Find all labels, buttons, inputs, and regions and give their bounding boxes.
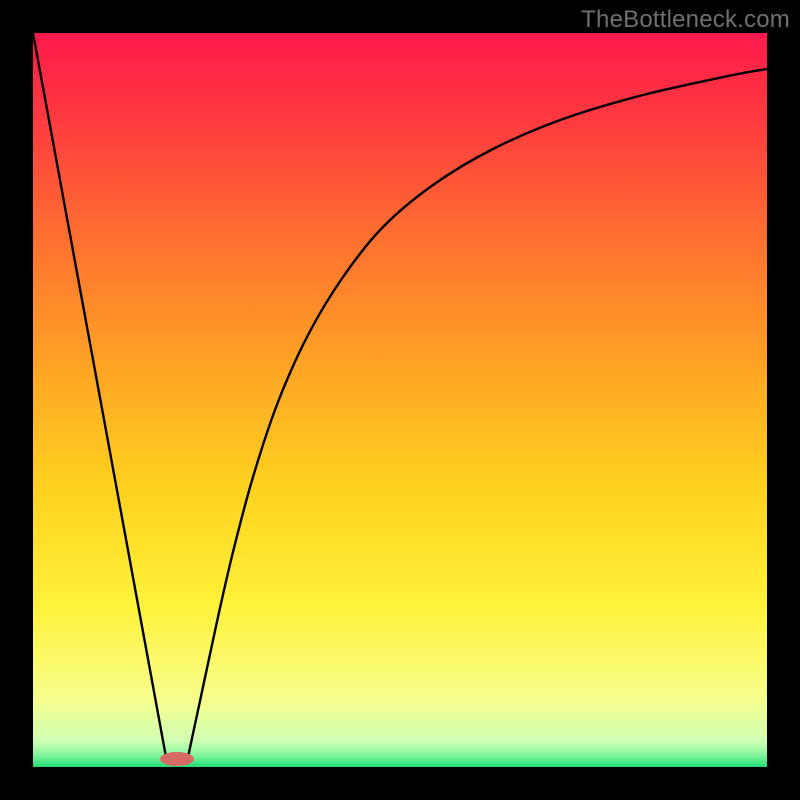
gradient-background	[33, 33, 767, 767]
bottleneck-chart	[33, 33, 767, 767]
plot-area	[33, 33, 767, 767]
minimum-marker	[160, 752, 194, 766]
watermark-text: TheBottleneck.com	[581, 6, 790, 34]
chart-frame: TheBottleneck.com	[0, 0, 800, 800]
